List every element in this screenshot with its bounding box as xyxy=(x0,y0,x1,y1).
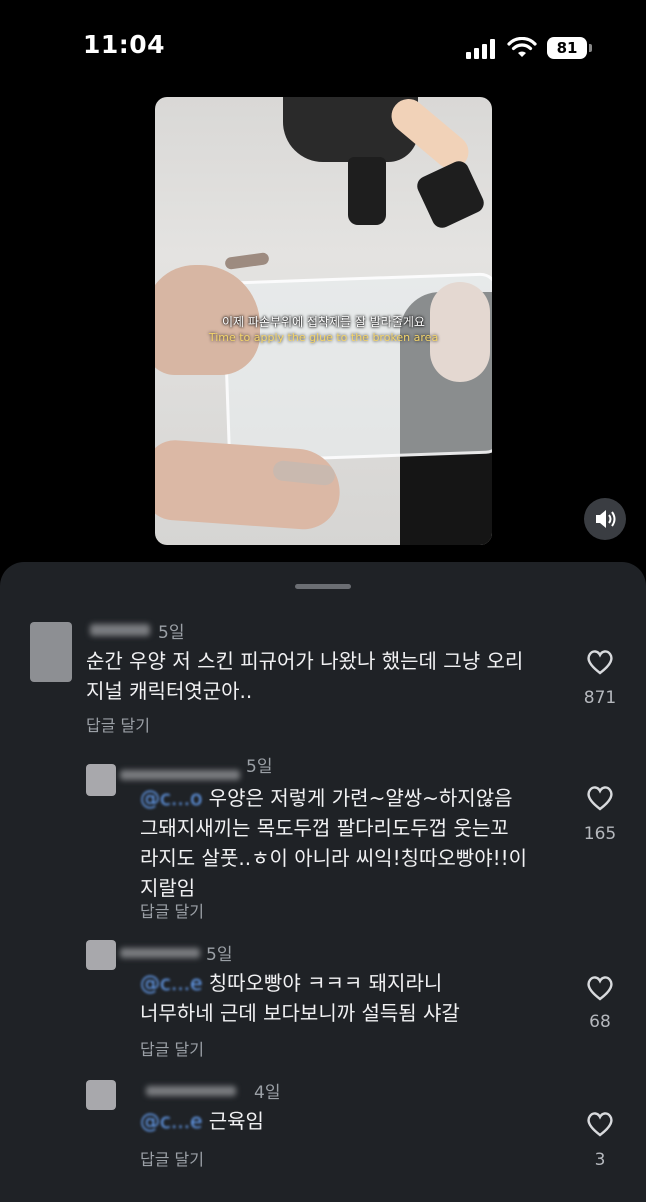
like-count: 68 xyxy=(589,1012,611,1032)
reply-button[interactable]: 답글 달기 xyxy=(140,1146,204,1170)
status-bar: 11:04 81 xyxy=(0,0,646,95)
reply-button[interactable]: 답글 달기 xyxy=(140,898,204,922)
username-redacted xyxy=(120,770,240,780)
fingernail xyxy=(224,251,270,271)
hand xyxy=(155,438,343,532)
comments-sheet[interactable]: 5일 순간 우양 저 스킨 피규어가 나왔나 했는데 그냥 오리 지널 캐릭터엿… xyxy=(0,562,646,1202)
comment-text: @c...o 우양은 저렇게 가련~얄쌍~하지않음 그돼지새끼는 목도두껍 팔다… xyxy=(140,786,528,900)
comment-date: 5일 xyxy=(206,945,233,965)
heart-icon[interactable] xyxy=(585,1110,615,1138)
comment-text: @c...e 칭따오빵야 ㅋㅋㅋ 돼지라니 너무하네 근데 보다보니까 설득됨 … xyxy=(140,971,460,1025)
sheet-drag-handle[interactable] xyxy=(295,584,351,589)
avatar[interactable] xyxy=(86,940,116,970)
username-redacted xyxy=(90,624,150,636)
mention[interactable]: @c...o xyxy=(140,786,202,810)
subtitle-korean: 이제 파손부위에 접착제를 잘 발라줄게요 xyxy=(222,315,425,329)
comment-date: 5일 xyxy=(246,757,273,777)
figure-boot xyxy=(348,157,386,225)
battery-indicator: 81 xyxy=(547,37,587,59)
battery-tip xyxy=(589,44,592,52)
clock: 11:04 xyxy=(83,30,166,59)
avatar[interactable] xyxy=(86,764,116,796)
mute-button[interactable] xyxy=(584,498,626,540)
avatar[interactable] xyxy=(86,1080,116,1110)
reply-button[interactable]: 답글 달기 xyxy=(86,712,150,736)
like-count: 871 xyxy=(583,688,617,708)
heart-icon[interactable] xyxy=(585,974,615,1002)
mention[interactable]: @c...e xyxy=(140,971,202,995)
subtitle-english: Time to apply the glue to the broken are… xyxy=(208,331,439,344)
comment-text: 순간 우양 저 스킨 피규어가 나왔나 했는데 그냥 오리 지널 캐릭터엿군아.… xyxy=(86,649,524,703)
speaker-icon xyxy=(596,510,616,528)
username-redacted xyxy=(146,1086,236,1096)
cellular-signal-icon xyxy=(466,39,496,59)
comment-text: @c...e 근육임 xyxy=(140,1109,264,1133)
avatar[interactable] xyxy=(30,622,72,682)
like-count: 3 xyxy=(594,1150,606,1170)
video-player[interactable]: 이제 파손부위에 접착제를 잘 발라줄게요 Time to apply the … xyxy=(155,97,492,545)
wifi-icon xyxy=(507,37,537,57)
figure-boot xyxy=(413,157,488,232)
comment-date: 4일 xyxy=(254,1083,281,1103)
username-redacted xyxy=(120,948,200,958)
reply-button[interactable]: 답글 달기 xyxy=(140,1036,204,1060)
mention[interactable]: @c...e xyxy=(140,1109,202,1133)
heart-icon[interactable] xyxy=(585,784,615,812)
comment-date: 5일 xyxy=(158,623,185,643)
acrylic-tray xyxy=(221,272,492,463)
like-count: 165 xyxy=(583,824,617,844)
heart-icon[interactable] xyxy=(585,648,615,676)
